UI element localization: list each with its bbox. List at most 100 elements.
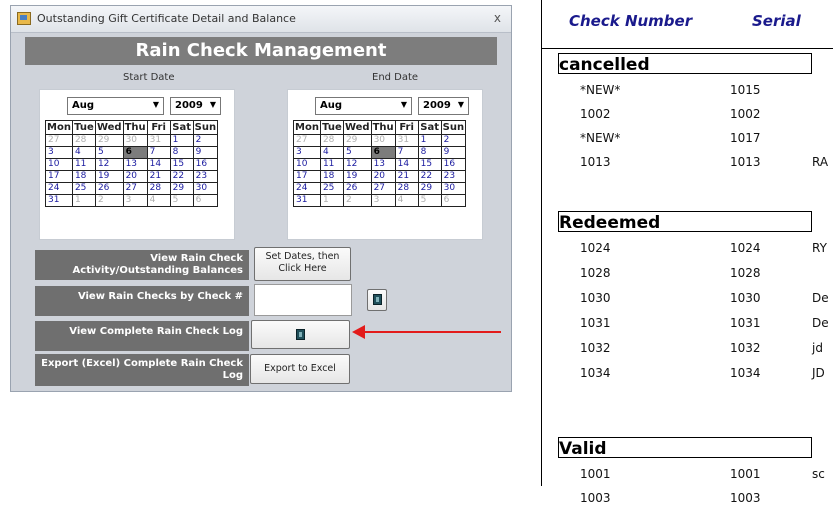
- calendar-day[interactable]: 17: [45, 170, 73, 183]
- calendar-day[interactable]: 1: [71, 194, 96, 207]
- calendar-day[interactable]: 6: [440, 194, 467, 207]
- calendar-day[interactable]: 14: [146, 158, 171, 171]
- calendar-day[interactable]: 25: [71, 182, 96, 195]
- calendar-day[interactable]: 15: [169, 158, 194, 171]
- calendar-day[interactable]: 6: [122, 146, 148, 159]
- calendar-day[interactable]: 28: [319, 134, 344, 147]
- calendar-day[interactable]: 11: [319, 158, 344, 171]
- view-by-check-button[interactable]: [367, 289, 387, 311]
- calendar-day[interactable]: 5: [342, 146, 372, 159]
- export-excel-button[interactable]: Export to Excel: [250, 354, 350, 384]
- calendar-day[interactable]: 8: [169, 146, 194, 159]
- calendar-day[interactable]: 29: [417, 182, 442, 195]
- calendar-day[interactable]: 19: [94, 170, 124, 183]
- calendar-day[interactable]: 28: [146, 182, 171, 195]
- calendar-day[interactable]: 27: [293, 134, 321, 147]
- calendar-day[interactable]: 13: [370, 158, 396, 171]
- calendar-day[interactable]: 10: [293, 158, 321, 171]
- calendar-day[interactable]: 19: [342, 170, 372, 183]
- calendar-day[interactable]: 2: [192, 134, 219, 147]
- calendar-day[interactable]: 7: [146, 146, 171, 159]
- calendar-day[interactable]: 16: [192, 158, 219, 171]
- calendar-day[interactable]: 13: [122, 158, 148, 171]
- calendar-day[interactable]: 2: [94, 194, 124, 207]
- calendar-day[interactable]: 24: [45, 182, 73, 195]
- end-month-select[interactable]: Aug ▼: [315, 97, 412, 115]
- calendar-day[interactable]: 14: [394, 158, 419, 171]
- calendar-day[interactable]: 28: [394, 182, 419, 195]
- calendar-day[interactable]: 9: [192, 146, 219, 159]
- close-icon[interactable]: x: [494, 11, 501, 25]
- calendar-day[interactable]: 4: [146, 194, 171, 207]
- calendar-day[interactable]: 29: [342, 134, 372, 147]
- calendar-day[interactable]: 3: [370, 194, 396, 207]
- calendar-day[interactable]: 8: [417, 146, 442, 159]
- calendar-day[interactable]: 5: [417, 194, 442, 207]
- calendar-day[interactable]: 1: [169, 134, 194, 147]
- calendar-day[interactable]: 18: [71, 170, 96, 183]
- report-cell-check: 1002: [580, 107, 611, 121]
- calendar-day[interactable]: 29: [94, 134, 124, 147]
- calendar-day[interactable]: 22: [417, 170, 442, 183]
- end-date-calendar: Aug ▼ 2009 ▼ Mon Tue Wed Thu Fri Sat Sun 27 28 2…: [287, 89, 483, 240]
- calendar-day[interactable]: 2: [440, 134, 467, 147]
- calendar-day[interactable]: 1: [417, 134, 442, 147]
- calendar-day[interactable]: 3: [122, 194, 148, 207]
- start-year-select[interactable]: 2009 ▼: [170, 97, 221, 115]
- calendar-day[interactable]: 3: [45, 146, 73, 159]
- calendar-day[interactable]: 30: [370, 134, 396, 147]
- calendar-day[interactable]: 6: [192, 194, 219, 207]
- calendar-day[interactable]: 23: [192, 170, 219, 183]
- check-number-input[interactable]: [254, 284, 352, 316]
- report-cell-serial: 1001: [730, 467, 761, 481]
- calendar-day[interactable]: 7: [394, 146, 419, 159]
- calendar-day[interactable]: 31: [394, 134, 419, 147]
- calendar-day[interactable]: 3: [293, 146, 321, 159]
- calendar-day[interactable]: 23: [440, 170, 467, 183]
- calendar-day[interactable]: 20: [370, 170, 396, 183]
- end-year-select[interactable]: 2009 ▼: [418, 97, 469, 115]
- calendar-day[interactable]: 27: [45, 134, 73, 147]
- calendar-day[interactable]: 12: [94, 158, 124, 171]
- calendar-day[interactable]: 30: [192, 182, 219, 195]
- calendar-day[interactable]: 29: [169, 182, 194, 195]
- column-check-number: Check Number: [569, 12, 693, 30]
- calendar-day[interactable]: 22: [169, 170, 194, 183]
- calendar-day[interactable]: 11: [71, 158, 96, 171]
- calendar-day[interactable]: 26: [342, 182, 372, 195]
- calendar-day[interactable]: 5: [169, 194, 194, 207]
- calendar-day[interactable]: 4: [71, 146, 96, 159]
- calendar-day[interactable]: 21: [146, 170, 171, 183]
- calendar-day[interactable]: 24: [293, 182, 321, 195]
- view-log-button[interactable]: [251, 320, 350, 349]
- calendar-day[interactable]: 4: [394, 194, 419, 207]
- calendar-day[interactable]: 9: [440, 146, 467, 159]
- calendar-day[interactable]: 2: [342, 194, 372, 207]
- calendar-day[interactable]: 31: [45, 194, 73, 207]
- calendar-day[interactable]: 27: [370, 182, 396, 195]
- calendar-day[interactable]: 4: [319, 146, 344, 159]
- calendar-day[interactable]: 12: [342, 158, 372, 171]
- calendar-day[interactable]: 28: [71, 134, 96, 147]
- calendar-day[interactable]: 31: [146, 134, 171, 147]
- calendar-day[interactable]: 20: [122, 170, 148, 183]
- calendar-day[interactable]: 6: [370, 146, 396, 159]
- calendar-day[interactable]: 17: [293, 170, 321, 183]
- calendar-day[interactable]: 26: [94, 182, 124, 195]
- calendar-day[interactable]: 21: [394, 170, 419, 183]
- calendar-day[interactable]: 31: [293, 194, 321, 207]
- report-cell-extra: jd: [812, 341, 823, 355]
- calendar-day[interactable]: 10: [45, 158, 73, 171]
- set-dates-button[interactable]: Set Dates, then Click Here: [254, 247, 351, 281]
- calendar-day[interactable]: 16: [440, 158, 467, 171]
- calendar-day[interactable]: 30: [122, 134, 148, 147]
- start-month-select[interactable]: Aug ▼: [67, 97, 164, 115]
- calendar-day[interactable]: 27: [122, 182, 148, 195]
- calendar-day[interactable]: 25: [319, 182, 344, 195]
- calendar-day[interactable]: 5: [94, 146, 124, 159]
- calendar-day[interactable]: 15: [417, 158, 442, 171]
- calendar-week: 24 25 26 27 28 29 30: [45, 182, 219, 195]
- calendar-day[interactable]: 30: [440, 182, 467, 195]
- calendar-day[interactable]: 1: [319, 194, 344, 207]
- calendar-day[interactable]: 18: [319, 170, 344, 183]
